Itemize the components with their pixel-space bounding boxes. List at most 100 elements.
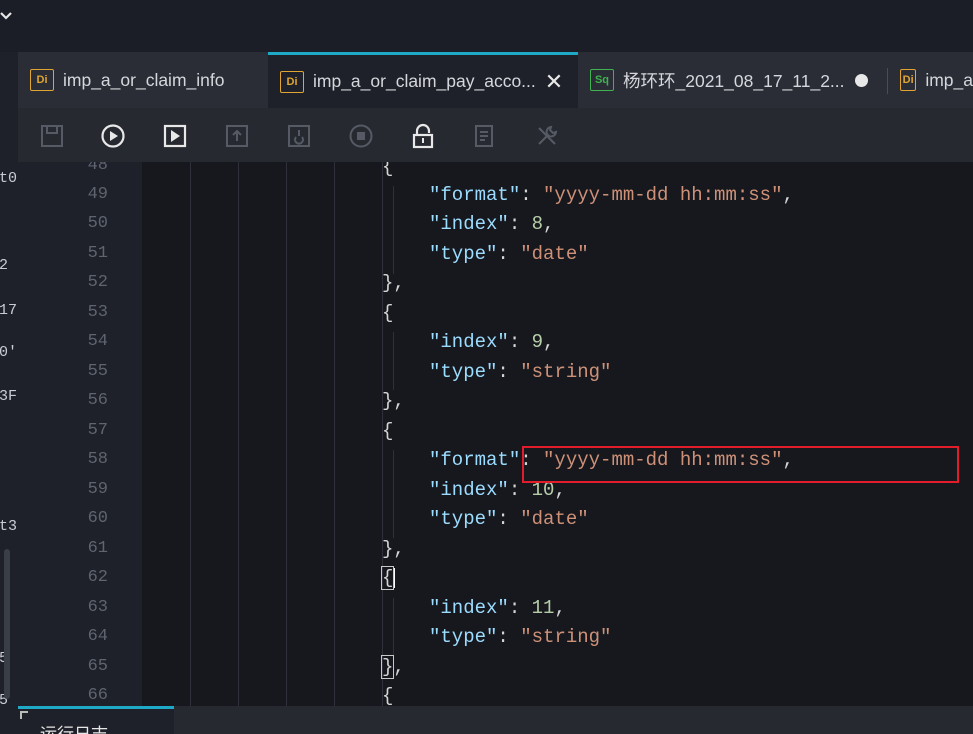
code-line-62: { xyxy=(380,566,396,590)
indent-guide xyxy=(334,162,335,706)
line-number: 51 xyxy=(87,244,108,263)
tab-imp-a-or-claim-pay-account[interactable]: Di imp_a_or_claim_pay_acco... ✕ xyxy=(268,52,578,108)
left-panel-strip: t0 2 17: 0' 3F t3 5 5 xyxy=(0,52,18,734)
code-line-64: "type": "string" xyxy=(429,626,612,648)
indent-guide xyxy=(393,450,394,538)
close-icon[interactable]: ✕ xyxy=(545,70,563,92)
play-square-icon xyxy=(163,124,187,148)
code-line-54: "index": 9, xyxy=(429,331,555,353)
run-button[interactable] xyxy=(99,122,127,150)
wrench-icon xyxy=(538,125,558,145)
code-line-51: "type": "date" xyxy=(429,243,589,265)
left-fragment: 3F xyxy=(0,388,18,405)
line-number: 60 xyxy=(87,509,108,528)
line-number: 63 xyxy=(87,598,108,617)
red-highlight-box xyxy=(522,446,959,483)
line-number: 55 xyxy=(87,362,108,381)
code-line-63: "index": 11, xyxy=(429,597,566,619)
run-with-params-button[interactable] xyxy=(161,122,189,150)
code-file-icon xyxy=(475,125,493,147)
line-number: 64 xyxy=(87,627,108,646)
indent-guide xyxy=(393,598,394,656)
tab-separator xyxy=(887,68,888,94)
left-fragment: 17: xyxy=(0,302,18,319)
line-number: 52 xyxy=(87,273,108,292)
indent-guide xyxy=(286,162,287,706)
format-code-button[interactable] xyxy=(471,122,499,150)
indent-guide xyxy=(393,186,394,274)
line-number: 61 xyxy=(87,539,108,558)
tab-sql-query[interactable]: Sq 杨环环_2021_08_17_11_2... xyxy=(590,52,890,108)
line-number: 48 xyxy=(87,162,108,175)
indent-guide xyxy=(393,332,394,390)
left-fragment: t0 xyxy=(0,170,18,187)
indent-guide xyxy=(190,162,191,706)
chevron-down-icon[interactable] xyxy=(0,10,14,24)
text-cursor xyxy=(393,567,396,588)
line-number: 58 xyxy=(87,450,108,469)
bottom-panel-bar: 运行日志 xyxy=(18,706,973,734)
play-circle-icon xyxy=(101,124,125,148)
code-line-65: }, xyxy=(380,655,405,679)
stop-circle-icon xyxy=(349,124,373,148)
left-fragment: t3 xyxy=(0,518,18,535)
tab-imp-a-or-claim-info[interactable]: Di imp_a_or_claim_info xyxy=(30,52,268,108)
editor-toolbar xyxy=(18,108,973,162)
tab-label: imp_a_or_claim_info xyxy=(63,69,225,90)
unlock-icon xyxy=(412,123,434,149)
line-number: 66 xyxy=(87,686,108,705)
tab-label: imp_a xyxy=(925,69,973,90)
tools-button[interactable] xyxy=(533,122,561,150)
line-number: 62 xyxy=(87,568,108,587)
tab-run-log[interactable]: 运行日志 xyxy=(18,706,174,734)
di-file-icon: Di xyxy=(30,69,54,91)
terminate-button[interactable] xyxy=(347,122,375,150)
code-line-57: { xyxy=(382,420,394,442)
line-number: 53 xyxy=(87,303,108,322)
code-line-49: "format": "yyyy-mm-dd hh:mm:ss", xyxy=(429,184,794,206)
code-area[interactable]: { "format": "yyyy-mm-dd hh:mm:ss", "inde… xyxy=(142,162,973,706)
code-line-53: { xyxy=(382,302,394,324)
unlock-button[interactable] xyxy=(409,122,437,150)
di-file-icon: Di xyxy=(900,69,917,91)
matched-bracket: { xyxy=(380,566,395,590)
line-number-gutter: 48 49 50 51 52 53 54 55 56 57 58 59 60 6… xyxy=(18,162,142,706)
left-fragment: 0' xyxy=(0,344,18,361)
tab-label: 杨环环_2021_08_17_11_2... xyxy=(623,70,845,91)
indent-guide xyxy=(238,162,239,706)
stop-button[interactable] xyxy=(285,122,313,150)
code-line-55: "type": "string" xyxy=(429,361,612,383)
submit-button[interactable] xyxy=(223,122,251,150)
code-line-48: { xyxy=(382,162,394,178)
tab-imp-a[interactable]: Di imp_a xyxy=(900,52,973,108)
line-number: 49 xyxy=(87,185,108,204)
matched-bracket: } xyxy=(380,655,395,679)
line-number: 50 xyxy=(87,214,108,233)
unsaved-dot-icon[interactable] xyxy=(854,73,868,87)
code-line-61: }, xyxy=(382,538,405,560)
line-number: 59 xyxy=(87,480,108,499)
line-number: 54 xyxy=(87,332,108,351)
line-number: 56 xyxy=(87,391,108,410)
save-icon xyxy=(41,125,63,147)
code-editor[interactable]: 48 49 50 51 52 53 54 55 56 57 58 59 60 6… xyxy=(18,162,973,706)
left-scrollbar[interactable] xyxy=(4,549,10,699)
code-line-56: }, xyxy=(382,390,405,412)
tab-label: imp_a_or_claim_pay_acco... xyxy=(313,71,536,91)
tab-run-log-label: 运行日志 xyxy=(40,725,108,734)
left-fragment: 2 xyxy=(0,257,9,274)
resize-corner-icon xyxy=(20,711,28,719)
line-number: 65 xyxy=(87,657,108,676)
line-number: 57 xyxy=(87,421,108,440)
code-line-52: }, xyxy=(382,272,405,294)
upload-icon xyxy=(226,125,248,147)
code-line-50: "index": 8, xyxy=(429,213,555,235)
code-line-60: "type": "date" xyxy=(429,508,589,530)
save-button[interactable] xyxy=(38,122,66,150)
di-file-icon: Di xyxy=(280,70,304,93)
editor-tab-bar: Di imp_a_or_claim_info Di imp_a_or_claim… xyxy=(18,52,973,108)
stop-file-icon xyxy=(288,125,310,147)
top-bar xyxy=(0,0,973,52)
code-line-66: { xyxy=(382,685,394,706)
sq-file-icon: Sq xyxy=(590,69,614,91)
